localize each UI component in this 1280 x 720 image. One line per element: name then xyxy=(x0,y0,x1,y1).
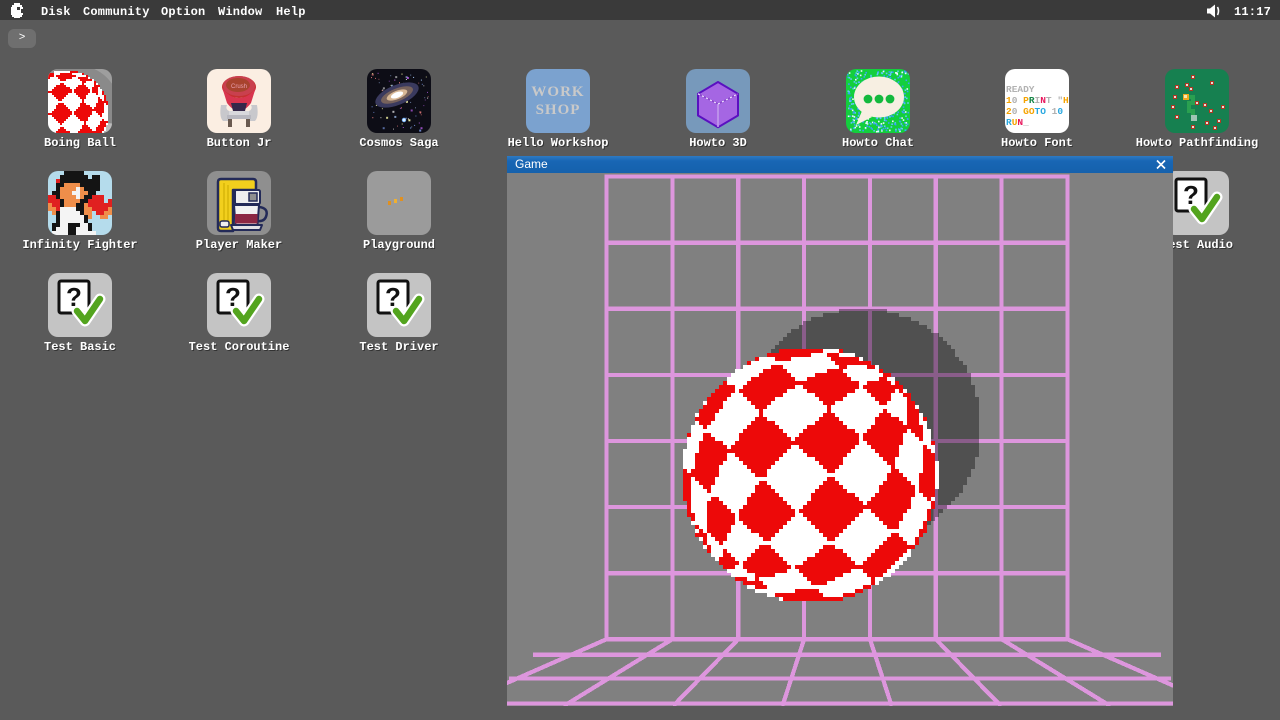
svg-text:20 GOTO 10: 20 GOTO 10 xyxy=(1006,106,1063,117)
svg-text:READY: READY xyxy=(1006,84,1035,95)
svg-text:WORK: WORK xyxy=(531,84,584,100)
svg-text:RUN_: RUN_ xyxy=(1006,117,1029,128)
svg-text:SHOP: SHOP xyxy=(536,102,581,118)
svg-text:Crush: Crush xyxy=(231,84,247,90)
svg-text:10 PRINT "H: 10 PRINT "H xyxy=(1006,95,1069,106)
